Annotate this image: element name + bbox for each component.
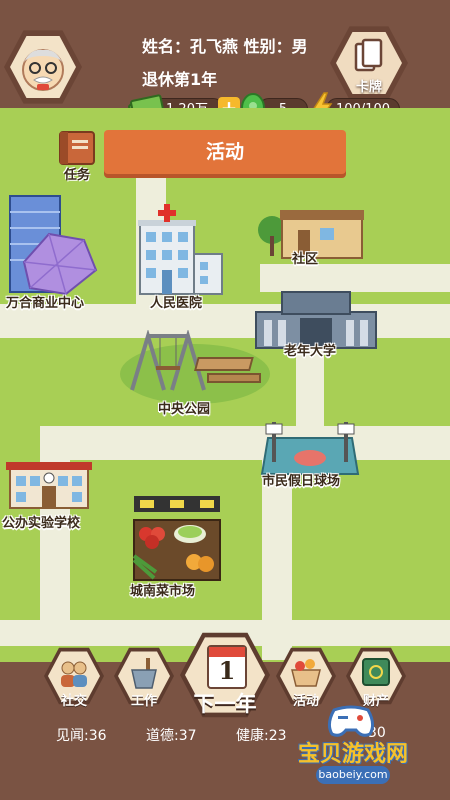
cards-icon (354, 38, 383, 72)
safe-icon (362, 658, 390, 686)
basketball-court-icon (260, 422, 360, 475)
card-button-label: 卡牌 (355, 80, 382, 95)
calendar-day: 1 (218, 656, 236, 685)
top-bar: 姓名：孔飞燕 性别：男 退休第1年 卡牌 1.20万 + 5 100/100 (0, 0, 450, 124)
community-label: 社区 (292, 252, 319, 267)
market-area[interactable] (130, 496, 224, 582)
player-name-gender: 姓名：孔飞燕 性别：男 (142, 37, 308, 56)
avatar (10, 35, 76, 99)
gift-basket-icon (291, 659, 321, 687)
university-label: 老年大学 (284, 344, 337, 359)
park-area[interactable] (126, 328, 262, 400)
school-icon (6, 462, 92, 509)
watermark-url: baobeiy.com (316, 766, 390, 784)
road (262, 460, 292, 660)
hospital-label: 人民医院 (150, 296, 203, 311)
watermark: 宝贝游戏网 baobeiy.com (278, 700, 428, 796)
gamepad-icon (327, 705, 375, 737)
court-label: 市民假日球场 (262, 474, 341, 489)
mall-building[interactable] (4, 192, 114, 302)
retire-year: 退休第1年 (142, 70, 218, 89)
hospital-icon (138, 204, 223, 295)
people-icon (61, 661, 87, 687)
park-label: 中央公园 (158, 402, 211, 417)
insight-stat: 见闻:36 (56, 728, 107, 744)
old-man-face-icon (22, 49, 64, 91)
mall-icon (9, 195, 98, 296)
social-label: 社交 (60, 694, 87, 709)
work-label: 工作 (130, 694, 157, 709)
hospital-building[interactable] (134, 204, 226, 296)
watermark-text: 宝贝游戏网 (297, 742, 408, 767)
task-button-label: 任务 (63, 168, 90, 183)
vegetable-stall-icon (132, 496, 221, 581)
book-icon (59, 131, 95, 165)
task-button[interactable]: 任务 (54, 128, 100, 183)
mall-label: 万合商业中心 (6, 296, 85, 311)
school-building[interactable] (6, 460, 92, 510)
next-year-label: 下一年 (193, 692, 257, 716)
road (40, 426, 450, 460)
swing-bench-icon (130, 328, 261, 391)
school-label: 公办实验学校 (2, 516, 81, 531)
court-area[interactable] (258, 422, 362, 476)
card-button[interactable]: 卡牌 (330, 26, 408, 100)
avatar-button[interactable] (4, 30, 82, 104)
activity-banner[interactable]: 活动 (104, 130, 346, 174)
morality-stat: 道德:37 (146, 728, 197, 744)
calendar-icon: 1 (207, 645, 247, 689)
bucket-tools-icon (131, 658, 157, 689)
market-label: 城南菜市场 (130, 584, 196, 599)
